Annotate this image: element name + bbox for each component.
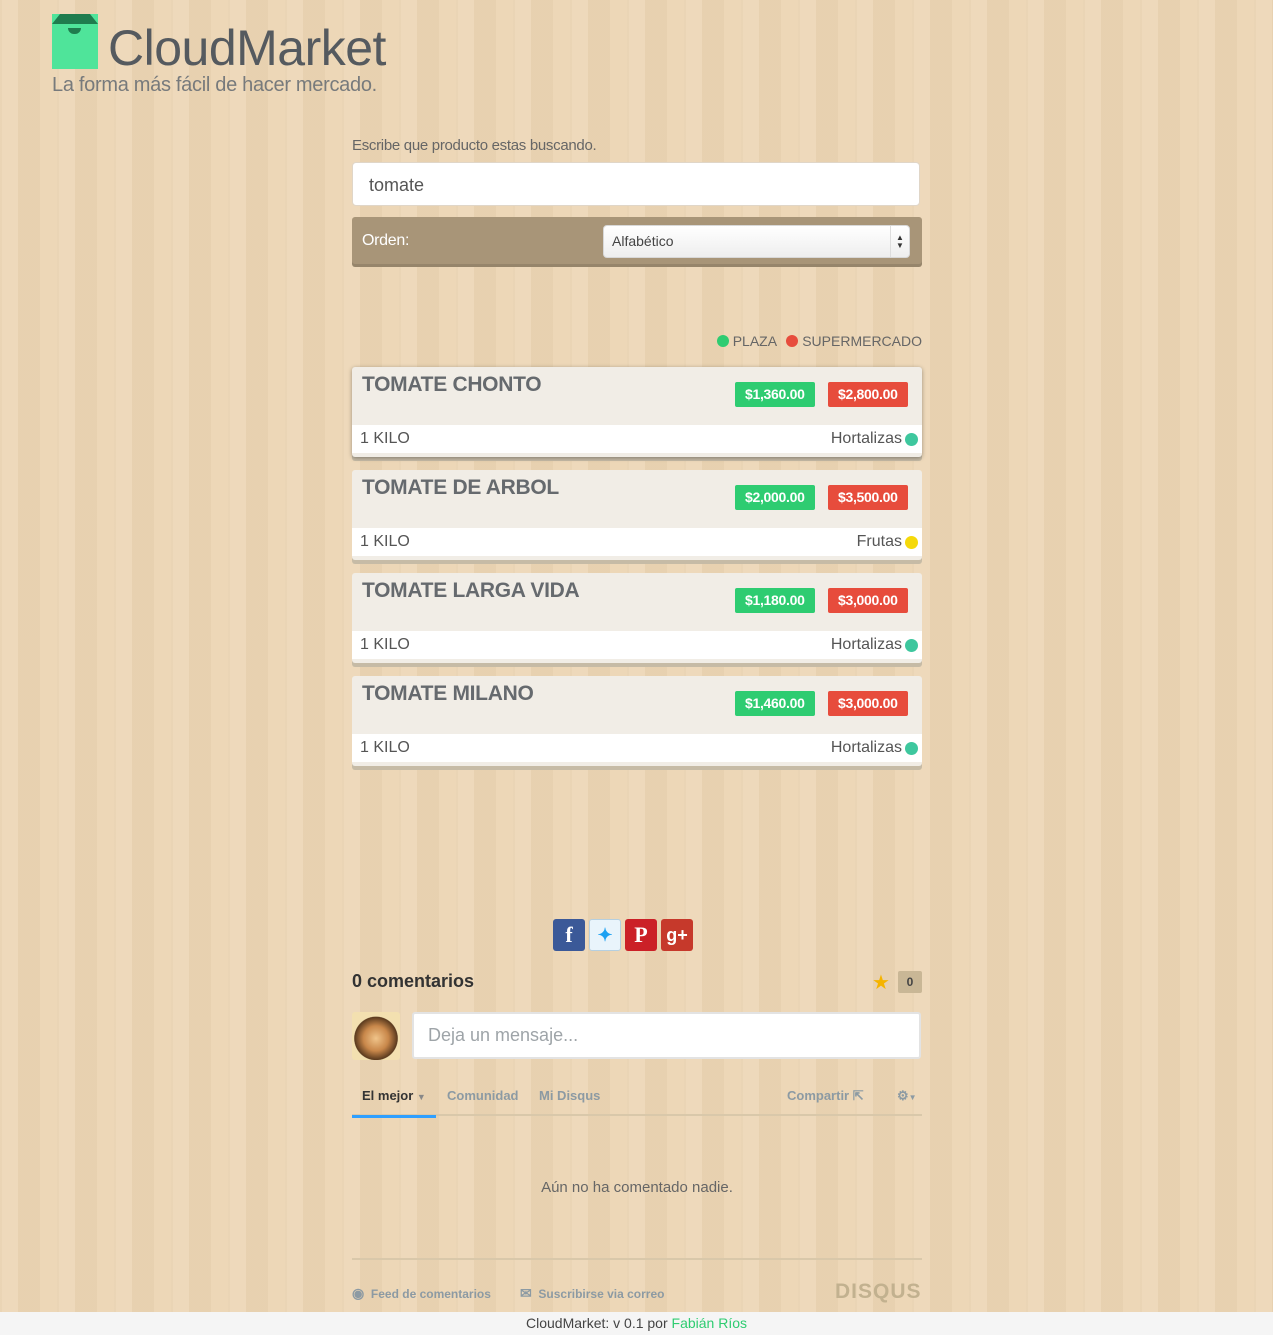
brand-name: CloudMarket (108, 20, 386, 76)
plaza-price-badge: $1,360.00 (735, 382, 815, 407)
plaza-price-badge: $2,000.00 (735, 485, 815, 510)
share-link[interactable]: Compartir ⇱ (787, 1088, 864, 1104)
supermercado-price-badge: $3,000.00 (828, 588, 908, 613)
author-link[interactable]: Fabián Ríos (672, 1315, 747, 1331)
search-input[interactable]: tomate (352, 162, 920, 206)
order-select-value: Alfabético (612, 233, 674, 249)
legend-plaza: PLAZA (732, 333, 777, 349)
product-footer: 1 KILO Hortalizas (352, 631, 922, 659)
product-unit: 1 KILO (360, 430, 410, 447)
tab-best[interactable]: El mejor ▼ (352, 1088, 436, 1118)
product-name: TOMATE CHONTO (362, 373, 542, 396)
product-card[interactable]: TOMATE CHONTO $1,360.00 $2,800.00 1 KILO… (352, 367, 922, 457)
chevron-down-icon: ▼ (416, 1092, 426, 1102)
disqus-logo[interactable]: DISQUS (835, 1280, 922, 1304)
category-dot-icon (905, 433, 918, 446)
mail-icon: ✉ (520, 1285, 532, 1301)
page-footer: CloudMarket: v 0.1 por Fabián Ríos (0, 1312, 1273, 1335)
feed-label: Feed de comentarios (370, 1287, 491, 1301)
product-unit: 1 KILO (360, 533, 410, 550)
plaza-price-badge: $1,180.00 (735, 588, 815, 613)
divider (352, 1258, 922, 1260)
legend-supermercado: SUPERMERCADO (802, 333, 922, 349)
product-name: TOMATE MILANO (362, 682, 534, 705)
product-category: Frutas (856, 533, 902, 550)
product-card[interactable]: TOMATE DE ARBOL $2,000.00 $3,500.00 1 KI… (352, 470, 922, 560)
footer-text: CloudMarket: v 0.1 por (526, 1315, 668, 1331)
logo-smile (68, 28, 81, 34)
order-select[interactable]: Alfabético ▲ ▼ (603, 225, 910, 258)
twitter-icon[interactable]: ✦ (589, 919, 621, 951)
tagline: La forma más fácil de hacer mercado. (52, 74, 377, 96)
cloudmarket-logo-icon (52, 14, 98, 69)
supermercado-price-badge: $3,500.00 (828, 485, 908, 510)
price-legend: PLAZA SUPERMERCADO (711, 333, 922, 349)
category-dot-icon (905, 639, 918, 652)
product-card[interactable]: TOMATE MILANO $1,460.00 $3,000.00 1 KILO… (352, 676, 922, 766)
category-dot-icon (905, 536, 918, 549)
settings-menu[interactable]: ⚙▼ (897, 1088, 917, 1104)
share-icon: ⇱ (852, 1088, 864, 1103)
product-unit: 1 KILO (360, 739, 410, 756)
supermercado-price-badge: $3,000.00 (828, 691, 908, 716)
select-arrows-icon: ▲ ▼ (890, 226, 909, 257)
google-plus-icon[interactable]: g+ (661, 919, 693, 951)
pinterest-icon[interactable]: P (625, 919, 657, 951)
product-unit: 1 KILO (360, 636, 410, 653)
product-name: TOMATE DE ARBOL (362, 476, 559, 499)
product-footer: 1 KILO Hortalizas (352, 425, 922, 453)
product-category: Hortalizas (830, 636, 902, 653)
tab-best-label: El mejor (362, 1088, 414, 1103)
tab-my-disqus[interactable]: Mi Disqus (539, 1088, 600, 1103)
comment-tabs: El mejor ▼ Comunidad Mi Disqus Compartir… (352, 1084, 922, 1118)
supermercado-price-badge: $2,800.00 (828, 382, 908, 407)
gear-icon: ⚙ (897, 1088, 909, 1103)
supermercado-dot-icon (786, 335, 799, 347)
search-label: Escribe que producto estas buscando. (352, 137, 597, 154)
category-dot-icon (905, 742, 918, 755)
order-label: Orden: (362, 232, 410, 249)
subscribe-email-link[interactable]: ✉ Suscribirse via correo (520, 1285, 664, 1302)
avatar[interactable] (352, 1012, 400, 1060)
star-count: 0 (898, 971, 922, 993)
facebook-icon[interactable]: f (553, 919, 585, 951)
chevron-down-icon: ▼ (908, 1093, 917, 1102)
product-card[interactable]: TOMATE LARGA VIDA $1,180.00 $3,000.00 1 … (352, 573, 922, 663)
logo-lid (52, 14, 98, 24)
product-category: Hortalizas (830, 739, 902, 756)
no-comments-message: Aún no ha comentado nadie. (541, 1179, 733, 1196)
rss-icon: ◉ (352, 1285, 365, 1301)
product-category: Hortalizas (830, 430, 902, 447)
product-footer: 1 KILO Frutas (352, 528, 922, 556)
product-name: TOMATE LARGA VIDA (362, 579, 580, 602)
comments-feed-link[interactable]: ◉ Feed de comentarios (352, 1285, 491, 1302)
product-footer: 1 KILO Hortalizas (352, 734, 922, 762)
subscribe-label: Suscribirse via correo (538, 1287, 665, 1301)
plaza-dot-icon (716, 335, 729, 347)
order-bar: Orden: Alfabético ▲ ▼ (352, 217, 922, 267)
plaza-price-badge: $1,460.00 (735, 691, 815, 716)
comment-input[interactable]: Deja un mensaje... (412, 1012, 921, 1059)
tab-community[interactable]: Comunidad (447, 1088, 519, 1103)
share-label: Compartir (787, 1088, 850, 1103)
comments-count: 0 comentarios (352, 971, 475, 991)
star-icon[interactable]: ★ (872, 970, 890, 995)
